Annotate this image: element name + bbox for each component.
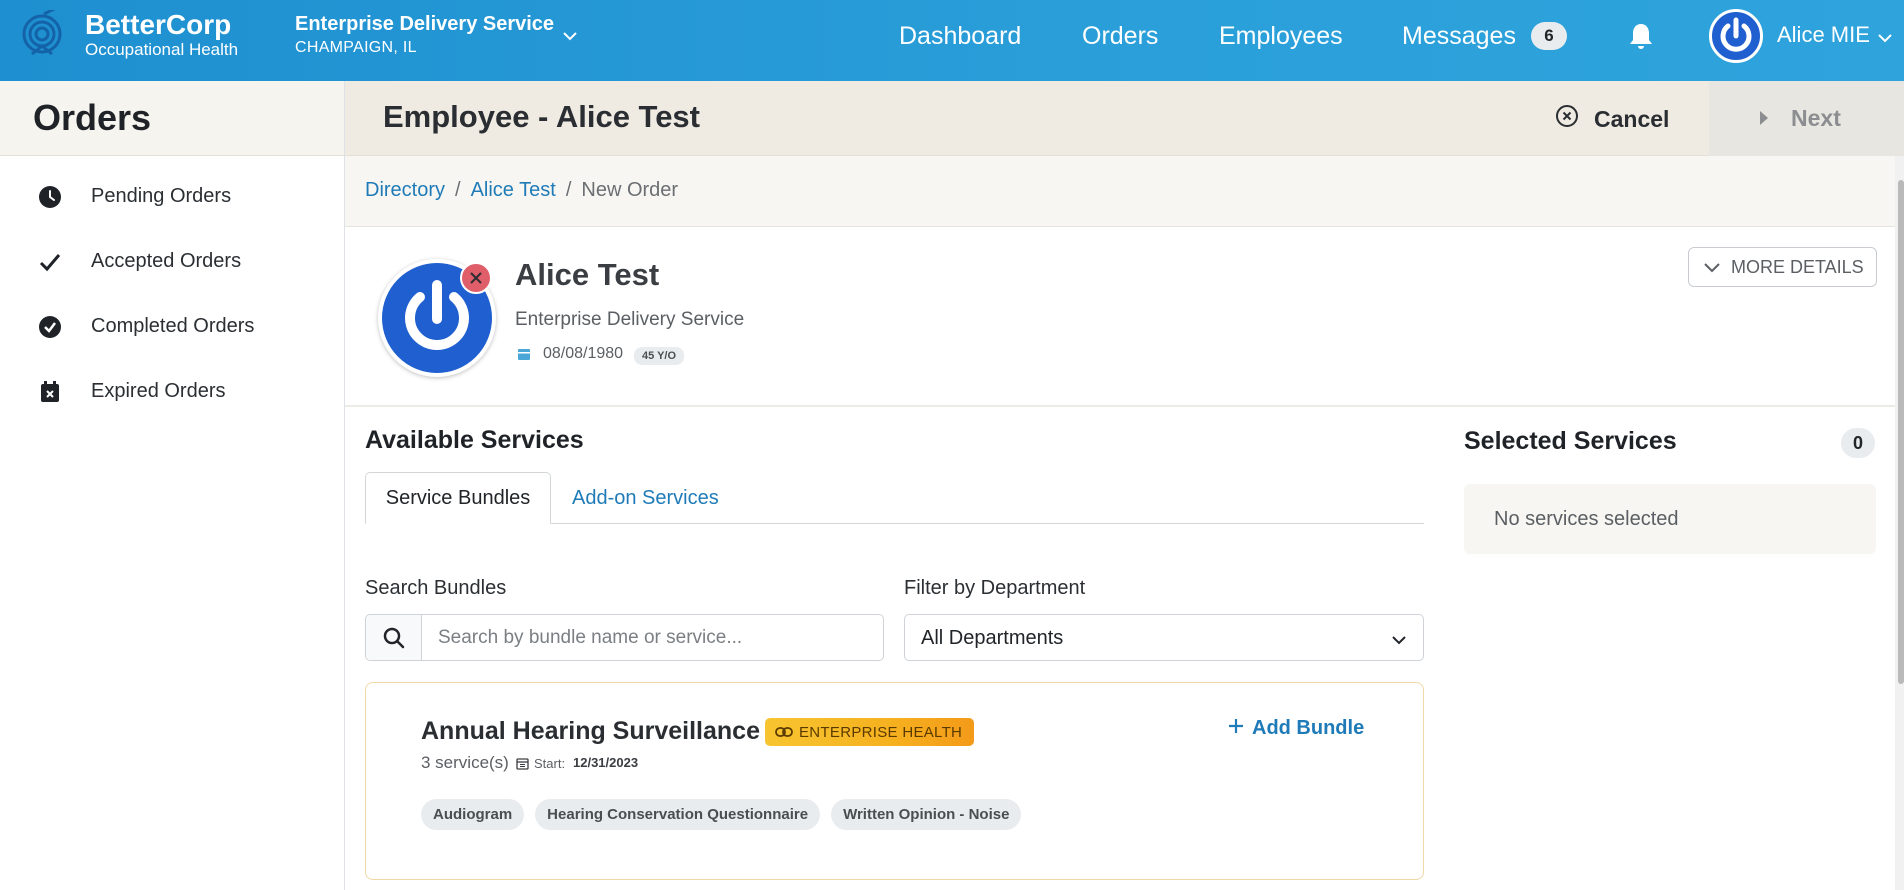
cancel-label: Cancel (1594, 105, 1670, 132)
sidebar-item-label: Pending Orders (91, 184, 232, 207)
breadcrumb-separator: / (565, 179, 572, 201)
sidebar-item-completed-orders[interactable]: Completed Orders (0, 301, 344, 351)
enterprise-health-badge: ENTERPRISE HEALTH (765, 718, 975, 746)
bundle-start-date: 12/31/2023 (573, 755, 639, 770)
employee-dob: 08/08/1980 (543, 345, 624, 362)
brand-subtitle: Occupational Health (85, 40, 239, 59)
breadcrumb-separator: / (455, 179, 461, 201)
clock-icon (38, 185, 62, 209)
user-name[interactable]: Alice MIE (1777, 22, 1870, 48)
more-details-label: MORE DETAILS (1731, 256, 1864, 277)
employee-org: Enterprise Delivery Service (515, 309, 745, 330)
badge-label: ENTERPRISE HEALTH (799, 723, 963, 741)
service-chip: Written Opinion - Noise (831, 799, 1022, 830)
org-name: Enterprise Delivery Service (295, 13, 555, 35)
add-bundle-button[interactable]: Add Bundle (1228, 717, 1364, 740)
service-chip: Hearing Conservation Questionnaire (535, 799, 821, 830)
check-circle-icon (38, 315, 62, 339)
bundle-service-count: 3 service(s) (421, 753, 509, 772)
department-select-value: All Departments (921, 627, 1064, 649)
chevron-down-icon (1391, 632, 1407, 650)
sidebar-item-pending-orders[interactable]: Pending Orders (0, 171, 344, 221)
more-details-button[interactable]: MORE DETAILS (1688, 247, 1877, 287)
sidebar-item-label: Completed Orders (91, 314, 255, 337)
selected-count-badge: 0 (1841, 428, 1875, 458)
selected-services-title: Selected Services (1464, 427, 1677, 455)
search-input[interactable] (423, 615, 883, 660)
top-navbar: BetterCorp Occupational Health Enterpris… (0, 0, 1904, 81)
next-label: Next (1791, 105, 1841, 131)
sidebar-item-label: Expired Orders (91, 379, 226, 402)
page-title: Employee - Alice Test (383, 99, 700, 134)
nav-messages[interactable]: Messages 6 (1402, 0, 1567, 72)
employee-name: Alice Test (515, 257, 660, 292)
sidebar: Orders Pending Orders Accepted Orders Co… (0, 81, 345, 890)
sidebar-item-accepted-orders[interactable]: Accepted Orders (0, 236, 344, 286)
sidebar-item-expired-orders[interactable]: Expired Orders (0, 366, 344, 416)
cancel-button[interactable]: Cancel (1555, 101, 1669, 137)
search-box (365, 614, 884, 661)
bundle-services: Audiogram Hearing Conservation Questionn… (421, 799, 1022, 830)
next-button[interactable]: Next (1709, 81, 1904, 156)
sidebar-title: Orders (33, 97, 152, 138)
close-circle-icon (1555, 104, 1579, 134)
user-avatar[interactable] (1709, 9, 1763, 63)
tab-service-bundles[interactable]: Service Bundles (365, 472, 551, 524)
bell-icon[interactable] (1628, 22, 1654, 55)
available-services-title: Available Services (365, 426, 584, 454)
empty-state-text: No services selected (1494, 508, 1679, 530)
search-icon (366, 615, 422, 660)
brand-name: BetterCorp (85, 9, 232, 40)
breadcrumb-bar: Directory / Alice Test / New Order (345, 156, 1895, 227)
brand[interactable]: BetterCorp Occupational Health (85, 10, 238, 60)
bundle-card: Annual Hearing Surveillance ENTERPRISE H… (365, 682, 1424, 880)
sidebar-item-label: Accepted Orders (91, 249, 242, 272)
scrollbar-thumb[interactable] (1898, 180, 1904, 684)
nav-messages-label: Messages (1402, 21, 1516, 50)
user-menu-chevron-icon[interactable] (1878, 30, 1892, 48)
messages-count-badge: 6 (1530, 22, 1567, 50)
service-chip: Audiogram (421, 799, 525, 830)
chevron-down-icon[interactable] (562, 28, 578, 46)
nav-dashboard[interactable]: Dashboard (899, 0, 1021, 72)
search-label: Search Bundles (365, 577, 507, 599)
employee-card: Alice Test Enterprise Delivery Service 0… (345, 227, 1895, 407)
org-location: CHAMPAIGN, IL (295, 39, 417, 56)
page-header: Employee - Alice Test Cancel Next (345, 81, 1904, 156)
nav-orders[interactable]: Orders (1082, 0, 1158, 72)
plus-icon (1228, 717, 1244, 740)
service-tabs: Service Bundles Add-on Services (365, 472, 1424, 524)
bettercorp-logo-icon[interactable] (20, 6, 64, 64)
breadcrumb-employee[interactable]: Alice Test (471, 179, 556, 201)
department-select[interactable]: All Departments (904, 614, 1424, 661)
check-icon (38, 250, 62, 274)
bundle-name: Annual Hearing Surveillance (421, 717, 760, 745)
calendar-x-icon (38, 380, 62, 404)
organization-switcher[interactable]: Enterprise Delivery Service CHAMPAIGN, I… (295, 12, 554, 60)
bundle-start-label: Start: (534, 756, 566, 771)
nav-employees[interactable]: Employees (1219, 0, 1343, 72)
link-icon (775, 727, 793, 737)
calendar-icon (517, 347, 531, 366)
calendar-icon (516, 757, 529, 775)
breadcrumb: Directory / Alice Test / New Order (365, 179, 678, 202)
chevron-down-icon (1703, 257, 1721, 278)
sidebar-header: Orders (0, 81, 344, 156)
breadcrumb-directory[interactable]: Directory (365, 179, 445, 201)
selected-services-empty: No services selected (1464, 484, 1876, 554)
remove-employee-icon[interactable] (460, 262, 492, 294)
employee-age-badge: 45 Y/O (634, 347, 685, 365)
tab-add-on-services[interactable]: Add-on Services (572, 472, 719, 524)
breadcrumb-current: New Order (581, 179, 679, 201)
caret-right-icon (1759, 105, 1769, 132)
add-bundle-label: Add Bundle (1252, 717, 1365, 739)
filter-label: Filter by Department (904, 577, 1086, 599)
